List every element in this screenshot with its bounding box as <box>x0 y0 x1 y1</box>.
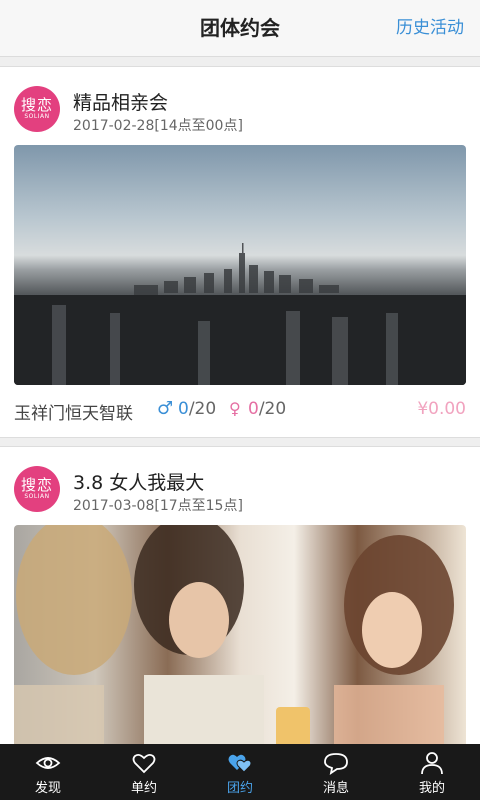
top-bar: 团体约会 历史活动 <box>0 0 480 57</box>
female-participant-count: 0/20 <box>248 399 287 419</box>
event-title: 精品相亲会 <box>73 92 169 114</box>
event-card-header: 搜恋 SOLIAN 3.8 女人我最大 2017-03-08[17点至15点] <box>0 447 480 525</box>
event-title: 3.8 女人我最大 <box>73 472 205 494</box>
tab-messages[interactable]: 消息 <box>288 744 384 800</box>
male-icon: ♂ <box>157 398 174 419</box>
event-photo[interactable] <box>14 525 466 744</box>
tab-discover[interactable]: 发现 <box>0 744 96 800</box>
male-participant-count: 0/20 <box>178 399 217 419</box>
tab-group-date[interactable]: 团约 <box>192 744 288 800</box>
chat-bubble-icon <box>324 753 348 775</box>
tab-single-date[interactable]: 单约 <box>96 744 192 800</box>
event-date: 2017-03-08[17点至15点] <box>73 498 243 514</box>
history-events-link[interactable]: 历史活动 <box>396 0 464 56</box>
city-skyline-image <box>14 243 466 385</box>
female-icon: ♀ <box>229 399 241 418</box>
organizer-logo: 搜恋 SOLIAN <box>14 86 60 132</box>
event-card[interactable]: 搜恋 SOLIAN 精品相亲会 2017-02-28[14点至00点] 玉祥门恒… <box>0 66 480 438</box>
event-price: ¥0.00 <box>417 399 466 419</box>
event-photo[interactable] <box>14 145 466 385</box>
bottom-tab-bar: 发现 单约 团约 消息 我的 <box>0 744 480 800</box>
event-card-header: 搜恋 SOLIAN 精品相亲会 2017-02-28[14点至00点] <box>0 67 480 145</box>
organizer-logo: 搜恋 SOLIAN <box>14 466 60 512</box>
tab-me[interactable]: 我的 <box>384 744 480 800</box>
event-list[interactable]: 搜恋 SOLIAN 精品相亲会 2017-02-28[14点至00点] 玉祥门恒… <box>0 66 480 744</box>
heart-icon <box>132 753 156 774</box>
event-date: 2017-02-28[14点至00点] <box>73 118 243 134</box>
event-location: 玉祥门恒天智联 <box>14 404 133 424</box>
app-screen: 团体约会 历史活动 搜恋 SOLIAN 精品相亲会 2017-02-28[14点… <box>0 0 480 800</box>
women-laughing-image <box>14 525 454 744</box>
eye-icon <box>35 757 61 769</box>
person-icon <box>421 752 443 775</box>
hearts-icon <box>228 754 252 773</box>
event-card[interactable]: 搜恋 SOLIAN 3.8 女人我最大 2017-03-08[17点至15点] <box>0 446 480 744</box>
event-card-footer: 玉祥门恒天智联 ♂ 0/20 ♀ 0/20 ¥0.00 <box>0 385 480 437</box>
